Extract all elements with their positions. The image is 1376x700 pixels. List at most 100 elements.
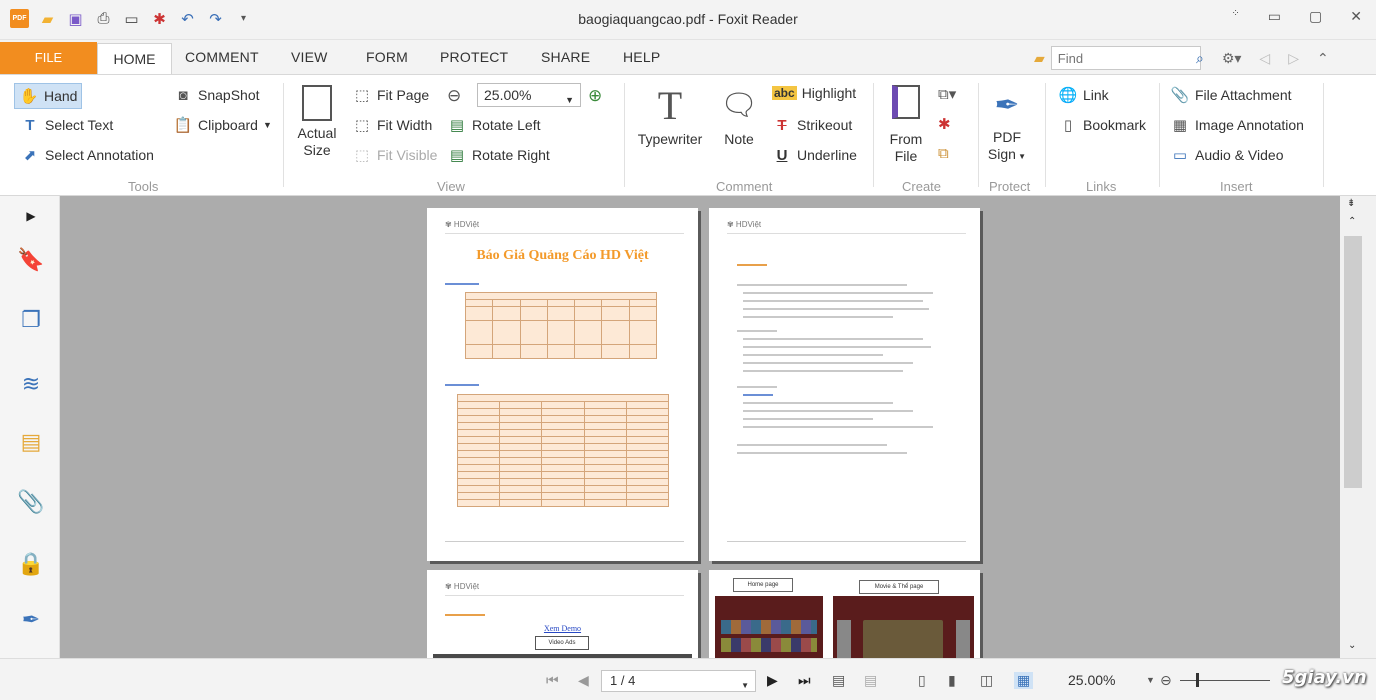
select-text-button[interactable]: T Select Text (20, 115, 113, 135)
note-button[interactable]: 🗨 Note (716, 81, 762, 148)
close-icon[interactable]: ✕ (1350, 8, 1362, 25)
ribbon-display-icon[interactable]: ⁘ (1231, 8, 1239, 25)
collapse-ribbon-icon[interactable]: ⌃ (1317, 50, 1329, 67)
separator (978, 83, 979, 187)
tab-comment[interactable]: COMMENT (185, 49, 259, 65)
actual-size-button[interactable]: Actual Size (294, 85, 340, 159)
continuous-page-icon[interactable]: ▮ (948, 672, 956, 689)
link-button[interactable]: 🌐 Link (1058, 85, 1109, 105)
document-view[interactable]: ✾ HDViệt Báo Giá Quảng Cáo HD Việt ✾ HDV… (60, 196, 1340, 658)
tab-form[interactable]: FORM (366, 49, 408, 65)
next-page-icon[interactable]: ▶ (767, 672, 778, 689)
chevron-down-icon: ▼ (262, 120, 272, 130)
chevron-down-icon: ▼ (741, 681, 749, 690)
demo-link[interactable]: Xem Demo (427, 624, 698, 633)
underline-icon: U (776, 146, 788, 164)
comments-panel-icon[interactable]: ▤ (19, 429, 43, 454)
next-result-icon[interactable]: ▷ (1288, 50, 1299, 67)
expand-panel-icon[interactable]: ▶ (19, 204, 43, 228)
group-label-insert: Insert (1220, 179, 1253, 194)
zoom-slider-thumb[interactable] (1196, 673, 1199, 687)
pdf-page-4[interactable]: Home page Movie & Thể page (709, 570, 980, 658)
text-line (743, 394, 773, 396)
select-annotation-button[interactable]: ⬈ Select Annotation (20, 145, 154, 165)
text-line (743, 308, 929, 310)
previous-view-icon[interactable]: ▤ (832, 672, 845, 689)
tab-help[interactable]: HELP (623, 49, 660, 65)
search-icon[interactable]: ⌕ (1196, 50, 1204, 67)
fit-page-button[interactable]: ⬚ Fit Page (352, 85, 429, 105)
next-view-icon[interactable]: ▤ (864, 672, 877, 689)
pdf-page-1[interactable]: ✾ HDViệt Báo Giá Quảng Cáo HD Việt (427, 208, 698, 561)
rotate-right-button[interactable]: ▤ Rotate Right (447, 145, 550, 165)
pdf-page-2[interactable]: ✾ HDViệt (709, 208, 980, 561)
scrollbar-thumb[interactable] (1344, 236, 1362, 488)
tab-view[interactable]: VIEW (291, 49, 328, 65)
signatures-panel-icon[interactable]: ✒ (19, 607, 43, 632)
rotate-left-button[interactable]: ▤ Rotate Left (447, 115, 541, 135)
scroll-up-icon[interactable]: ⌃ (1348, 216, 1356, 227)
from-file-button[interactable]: From File (884, 85, 928, 165)
zoom-out-icon[interactable]: ⊖ (1160, 672, 1172, 689)
text-line (737, 386, 777, 388)
page-footer (445, 541, 684, 551)
layers-panel-icon[interactable]: ≋ (19, 371, 43, 396)
fit-visible-button[interactable]: ⬚ Fit Visible (352, 145, 438, 165)
bookmarks-panel-icon[interactable]: 🔖 (17, 247, 44, 272)
audio-video-button[interactable]: ▭ Audio & Video (1170, 145, 1284, 165)
image-annotation-button[interactable]: ▦ Image Annotation (1170, 115, 1304, 135)
text-line (743, 300, 923, 302)
single-page-icon[interactable]: ▯ (918, 672, 926, 689)
maximize-icon[interactable]: ▢ (1309, 8, 1322, 25)
attachments-panel-icon[interactable]: 📎 (17, 489, 44, 514)
last-page-icon[interactable]: ⏭ (798, 672, 811, 689)
continuous-facing-icon[interactable]: ▦ (1014, 672, 1034, 689)
zoom-dropdown-icon[interactable]: ▼ (1146, 675, 1155, 685)
bookmark-button[interactable]: ▯ Bookmark (1058, 115, 1146, 135)
tab-home[interactable]: HOME (97, 43, 172, 75)
find-folder-icon[interactable]: ▰ (1034, 50, 1045, 67)
fit-width-button[interactable]: ⬚ Fit Width (352, 115, 432, 135)
group-label-links: Links (1086, 179, 1117, 194)
find-input[interactable] (1050, 46, 1201, 70)
zoom-level[interactable]: 25.00% (1068, 672, 1115, 688)
zoom-in-icon[interactable]: ⊕ (588, 86, 602, 106)
file-attachment-button[interactable]: 📎 File Attachment (1170, 85, 1292, 105)
text-line (445, 283, 479, 285)
pages-panel-icon[interactable]: ❐ (19, 307, 43, 332)
snapshot-button[interactable]: ◙ SnapShot (173, 85, 259, 105)
group-label-comment: Comment (716, 179, 773, 194)
scroll-down-icon[interactable]: ⌄ (1348, 640, 1356, 651)
typewriter-button[interactable]: T Typewriter (634, 81, 706, 148)
minimize-icon[interactable]: ▭ (1268, 8, 1281, 25)
facing-page-icon[interactable]: ◫ (980, 672, 993, 689)
clipboard-button[interactable]: 📋 Clipboard ▼ (173, 115, 272, 135)
split-icon[interactable]: ⇟ (1347, 198, 1355, 209)
zoom-out-icon[interactable]: ⊖ (447, 86, 461, 106)
previous-page-icon[interactable]: ◀ (578, 672, 589, 689)
vertical-scrollbar[interactable]: ⇟ ⌃ ⌄ (1340, 196, 1376, 658)
text-line (743, 346, 931, 348)
pdf-sign-button[interactable]: ✒ PDF Sign ▼ (985, 83, 1029, 165)
tab-protect[interactable]: PROTECT (440, 49, 508, 65)
security-lock-icon[interactable]: 🔒 (17, 551, 44, 576)
tab-share[interactable]: SHARE (541, 49, 590, 65)
fit-width-icon: ⬚ (354, 117, 370, 134)
underline-button[interactable]: U Underline (772, 145, 857, 165)
zoom-select[interactable]: 25.00% ▼ (477, 83, 581, 107)
text-line (743, 418, 873, 420)
first-page-icon[interactable]: ⏮ (546, 672, 559, 689)
tab-file[interactable]: FILE (0, 42, 97, 74)
separator (283, 83, 284, 187)
create-from-clipboard-icon[interactable]: ⧉ (938, 145, 949, 162)
pdf-page-3[interactable]: ✾ HDViệt Xem Demo Video Ads (427, 570, 698, 658)
create-from-scanner-icon[interactable]: ✱ (938, 115, 951, 133)
highlight-button[interactable]: abc Highlight (772, 85, 856, 101)
zoom-slider-track[interactable] (1180, 680, 1270, 681)
previous-result-icon[interactable]: ◁ (1259, 50, 1270, 67)
create-blank-icon[interactable]: ⧉▾ (938, 85, 956, 103)
strikeout-button[interactable]: T Strikeout (772, 115, 852, 135)
settings-gear-icon[interactable]: ⚙▾ (1222, 50, 1242, 67)
page-number-input[interactable]: 1 / 4 ▼ (601, 670, 756, 692)
hand-button[interactable]: ✋ Hand (14, 83, 83, 109)
